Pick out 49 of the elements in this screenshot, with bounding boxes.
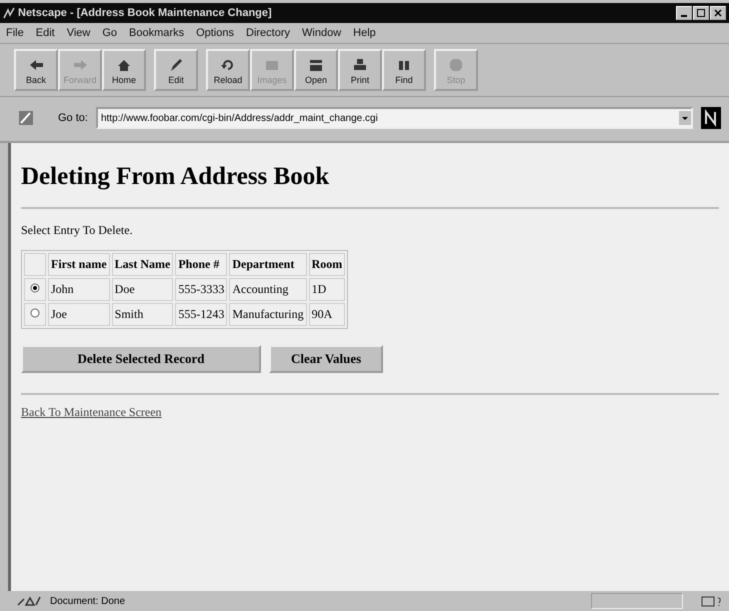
instruction-text: Select Entry To Delete. bbox=[21, 223, 134, 238]
menu-item[interactable]: Help bbox=[353, 27, 376, 39]
menu-item[interactable]: Edit bbox=[36, 27, 55, 39]
app-icon bbox=[3, 7, 15, 19]
column-header: Phone # bbox=[175, 253, 228, 276]
table-cell: 1D bbox=[308, 278, 346, 301]
menu-item[interactable]: Options bbox=[196, 27, 234, 39]
window-title: Netscape - [Address Book Maintenance Change] bbox=[18, 7, 273, 19]
table-cell: Manufacturing bbox=[229, 303, 307, 326]
toolbar-button[interactable]: Edit bbox=[154, 49, 198, 91]
radio-button[interactable] bbox=[30, 283, 40, 293]
back-link[interactable]: Back To Maintenance Screen bbox=[21, 405, 162, 419]
column-header: First name bbox=[48, 253, 110, 276]
form-button[interactable]: Clear Values bbox=[269, 345, 384, 373]
radio-button[interactable] bbox=[30, 308, 40, 318]
menu-item[interactable]: Window bbox=[302, 27, 342, 39]
table-cell: Joe bbox=[48, 303, 110, 326]
page-heading: Deleting From Address Book bbox=[21, 163, 330, 191]
status-text: Document: Done bbox=[50, 596, 126, 606]
toolbar-button[interactable]: Find bbox=[382, 49, 426, 91]
table-cell: 90A bbox=[308, 303, 346, 326]
toolbar-button[interactable]: Open bbox=[294, 49, 338, 91]
menu-item[interactable]: Bookmarks bbox=[129, 27, 184, 39]
column-header: Department bbox=[229, 253, 307, 276]
table-cell: John bbox=[48, 278, 110, 301]
column-header: Last Name bbox=[112, 253, 174, 276]
toolbar-button[interactable]: Home bbox=[102, 49, 146, 91]
minimize-button[interactable] bbox=[676, 6, 692, 20]
menu-item[interactable]: File bbox=[6, 27, 24, 39]
maximize-icon bbox=[697, 9, 705, 17]
toolbar-button[interactable]: Back bbox=[14, 49, 58, 91]
maximize-button[interactable] bbox=[693, 6, 709, 20]
column-header: Room bbox=[308, 253, 346, 276]
location-field[interactable]: http://www.foobar.com/cgi-bin/Address/addr_maint_change.cgi bbox=[96, 107, 693, 129]
menu-item[interactable]: Go bbox=[102, 27, 118, 39]
table-cell: 555-3333 bbox=[175, 278, 228, 301]
toolbar-button[interactable]: Reload bbox=[206, 49, 250, 91]
netscape-logo-icon bbox=[701, 107, 721, 129]
menu-item[interactable]: Directory bbox=[246, 27, 290, 39]
form-button[interactable]: Delete Selected Record bbox=[21, 345, 261, 373]
menu-item[interactable]: View bbox=[66, 27, 90, 39]
location-label: Go to: bbox=[58, 112, 88, 124]
table-cell: Accounting bbox=[229, 278, 307, 301]
close-button[interactable] bbox=[710, 6, 726, 20]
close-icon bbox=[714, 9, 722, 17]
table-cell: Doe bbox=[112, 278, 174, 301]
toolbar-button[interactable]: Print bbox=[338, 49, 382, 91]
table-cell: Smith bbox=[112, 303, 174, 326]
table-cell: 555-1243 bbox=[175, 303, 228, 326]
